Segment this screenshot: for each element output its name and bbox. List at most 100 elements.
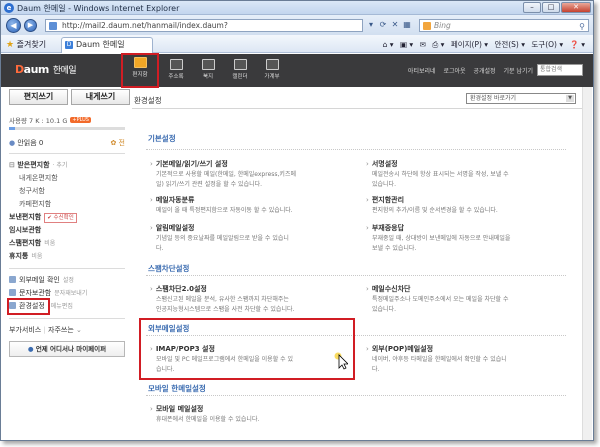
address-bar: ◀ ▶ http://mail2.daum.net/hanmail/index.… — [1, 15, 593, 35]
rss-icon[interactable]: ▣ ▾ — [400, 40, 413, 49]
empty-trash-link[interactable]: 비움 — [31, 253, 42, 260]
top-links: 아티보리네 로그아웃 공개설정 기분 남기기 — [402, 66, 533, 75]
top-icon-calendar[interactable]: 캘린더 — [223, 57, 257, 85]
folder-spam[interactable]: 스팸편지함 비움 — [9, 237, 131, 250]
refresh-small-icon[interactable]: ✿ 전 — [110, 138, 125, 148]
tab-daum-mail[interactable]: D Daum 한메일 — [61, 37, 153, 53]
url-buttons: ▾ ⟳ ✕ ▦ — [365, 19, 413, 32]
page-title: 환경설정 — [134, 96, 162, 105]
item-auto-sort[interactable]: 메일자동분류 메일이 올 때 특정편지함으로 자동이동 할 수 있습니다. — [150, 195, 350, 215]
folder-to-me[interactable]: 내게온편지함 — [9, 172, 131, 185]
item-block-sender[interactable]: 메일수신차단 특정메일주소나 도메인주소에서 오는 메일을 차단할 수 있습니다… — [366, 284, 566, 314]
top-icon-ledger[interactable]: 가계부 — [255, 57, 289, 85]
browser-window: e Daum 한메일 - Windows Internet Explorer –… — [0, 0, 594, 441]
home-icon[interactable]: ⌂ ▾ — [383, 40, 394, 49]
external-mail-icon — [9, 276, 16, 283]
item-notify-mail[interactable]: 알림메일설정 기념일 등의 중요날짜를 메일알림으로 받을 수 있습니 다. — [150, 223, 350, 253]
feed-icon[interactable]: ▦ — [401, 19, 413, 32]
folder-inbox[interactable]: ⊟ 받은편지함 · 추기 — [9, 159, 131, 172]
mailbox-icon — [133, 57, 147, 68]
top-link-user[interactable]: 아티보리네 — [408, 68, 436, 75]
item-external-pop[interactable]: 외부(POP)메일설정 네이버, 야후등 타메일을 한메일에서 확인할 수 있습… — [366, 344, 566, 374]
vertical-scrollbar[interactable] — [582, 87, 592, 440]
item-basic-mail[interactable]: 기본메일/읽기/쓰기 설정 기본적으로 사용할 메일(한메일, 한메일expre… — [150, 159, 350, 189]
folder-sent[interactable]: 보낸편지함 ✔ 수신확인 — [9, 211, 131, 224]
item-mobile-mail[interactable]: 모바일 메일설정 휴대폰에서 한메일을 이용할 수 있습니다. — [150, 404, 350, 424]
maximize-button[interactable]: □ — [542, 2, 560, 13]
unread-icon: ● — [9, 139, 16, 147]
top-link-public[interactable]: 공개설정 — [473, 68, 495, 75]
settings-icon — [9, 302, 16, 309]
minus-icon: ⊟ — [9, 161, 15, 169]
ledger-icon — [265, 59, 279, 70]
daum-favicon-icon: D — [65, 41, 73, 49]
usage-bar — [9, 127, 125, 130]
item-folder-manage[interactable]: 편지함관리 편지함의 추가/이름 및 순서변경을 할 수 있습니다. — [366, 195, 566, 215]
top-icon-address[interactable]: 주소록 — [159, 57, 193, 85]
back-button[interactable]: ◀ — [6, 18, 21, 33]
folder-temp[interactable]: 임시보관함 — [9, 224, 131, 237]
folder-trash[interactable]: 휴지통 비움 — [9, 250, 131, 263]
daum-header: Daum 한메일 편지함 주소록 북지 캘린더 가계부 아티보리네 로그아웃 공개… — [1, 53, 593, 88]
unread-label: ● 안읽음 0 — [9, 139, 44, 147]
close-button[interactable]: ✕ — [561, 2, 591, 13]
minimize-button[interactable]: – — [523, 2, 541, 13]
top-link-mood[interactable]: 기분 남기기 — [503, 68, 533, 75]
item-spam-filter[interactable]: 스팸차단2.0설정 스팸신고된 메일을 분석, 유사한 스팸까지 차단해주는 인… — [150, 284, 350, 314]
arrow-down-icon[interactable]: ⌄ — [76, 326, 82, 334]
settings-shortcut-select[interactable]: 환경설정 바로가기 ▼ — [466, 93, 576, 104]
top-link-logout[interactable]: 로그아웃 — [443, 68, 465, 75]
print-icon[interactable]: ⎙ ▾ — [432, 40, 444, 49]
stop-icon[interactable]: ✕ — [389, 19, 401, 32]
highlight-external-settings — [139, 318, 355, 380]
frequent-link[interactable]: 자주쓰는 — [48, 326, 74, 334]
mail-icon[interactable]: ✉ — [420, 40, 426, 49]
section-basic: 기본설정 — [148, 134, 176, 143]
usage-info: 사용량 7 K : 10.1 G +PLUS — [9, 115, 131, 125]
refresh-icon[interactable]: ⟳ — [377, 19, 389, 32]
folder-cafe[interactable]: 카페편지함 — [9, 198, 131, 211]
cmd-safety[interactable]: 안전(S) ▾ — [494, 40, 525, 49]
title-bar: e Daum 한메일 - Windows Internet Explorer –… — [1, 1, 593, 15]
write-to-me-button[interactable]: 내게쓰기 — [71, 89, 130, 105]
mouse-cursor-icon — [334, 352, 348, 370]
chevron-down-icon: ▼ — [566, 95, 574, 102]
top-icon-note[interactable]: 북지 — [191, 57, 225, 85]
menu-edit-link[interactable]: 메뉴편집 — [51, 303, 73, 310]
cmd-page[interactable]: 페이지(P) ▾ — [451, 40, 488, 49]
mypaper-icon: ● — [27, 345, 34, 353]
extra-services-link[interactable]: 부가서비스 — [9, 326, 41, 334]
daum-search-input[interactable]: 통합검색 — [537, 64, 583, 76]
bing-search-input[interactable]: Bing ⚲ — [419, 19, 589, 32]
note-icon — [201, 59, 215, 70]
search-icon[interactable]: ⚲ — [579, 21, 585, 32]
mail-sidebar: 편지쓰기 내게쓰기 사용량 7 K : 10.1 G +PLUS ● 안읽음 0… — [7, 89, 131, 439]
compose-button[interactable]: 편지쓰기 — [9, 89, 68, 105]
sms-archive-item[interactable]: 문자보관함 문자재보내기 — [9, 287, 131, 300]
read-receipt-button[interactable]: ✔ 수신확인 — [44, 213, 77, 223]
ie-logo-icon: e — [4, 3, 14, 13]
mypaper-button[interactable]: ● 언제 어디서나 마이페이퍼 — [9, 341, 125, 357]
cmd-tools[interactable]: 도구(O) ▾ — [531, 40, 563, 49]
star-icon: ★ — [6, 40, 15, 50]
sms-icon — [9, 289, 16, 296]
folder-bills[interactable]: 청구서함 — [9, 185, 131, 198]
url-input[interactable]: http://mail2.daum.net/hanmail/index.daum… — [45, 19, 363, 32]
settings-item[interactable]: 환경설정 — [7, 298, 50, 315]
compat-icon[interactable]: ▾ — [365, 19, 377, 32]
external-mail-item[interactable]: 외부메일 확인 설정 — [9, 274, 131, 287]
item-signature[interactable]: 서명설정 메일전송시 하단에 항상 표시되는 서명을 작성, 보낼 수 있습니다… — [366, 159, 566, 189]
top-icon-mailbox[interactable]: 편지함 — [121, 53, 159, 88]
item-away-reply[interactable]: 부재중응답 부재중일 때, 상대방이 보낸메일에 자동으로 안내메일을 보낼 수… — [366, 223, 566, 253]
plus-badge[interactable]: +PLUS — [70, 117, 91, 123]
forward-button[interactable]: ▶ — [24, 19, 37, 32]
url-text: http://mail2.daum.net/hanmail/index.daum… — [62, 21, 228, 30]
usage-text: 사용량 7 K : 10.1 G — [9, 117, 68, 125]
empty-spam-link[interactable]: 비움 — [44, 240, 55, 247]
cmd-help[interactable]: ❓ ▾ — [570, 40, 586, 49]
favorites-button[interactable]: ★ 즐겨찾기 — [6, 39, 46, 50]
extra-services-row: 부가서비스 | 자주쓰는 ⌄ — [9, 326, 82, 334]
daum-logo[interactable]: Daum 한메일 — [15, 63, 77, 76]
unread-row[interactable]: ● 안읽음 0 ✿ 전 — [9, 138, 125, 148]
favorites-bar: ★ 즐겨찾기 D Daum 한메일 ⌂ ▾ ▣ ▾ ✉ ⎙ ▾ 페이지(P) ▾… — [1, 35, 593, 53]
